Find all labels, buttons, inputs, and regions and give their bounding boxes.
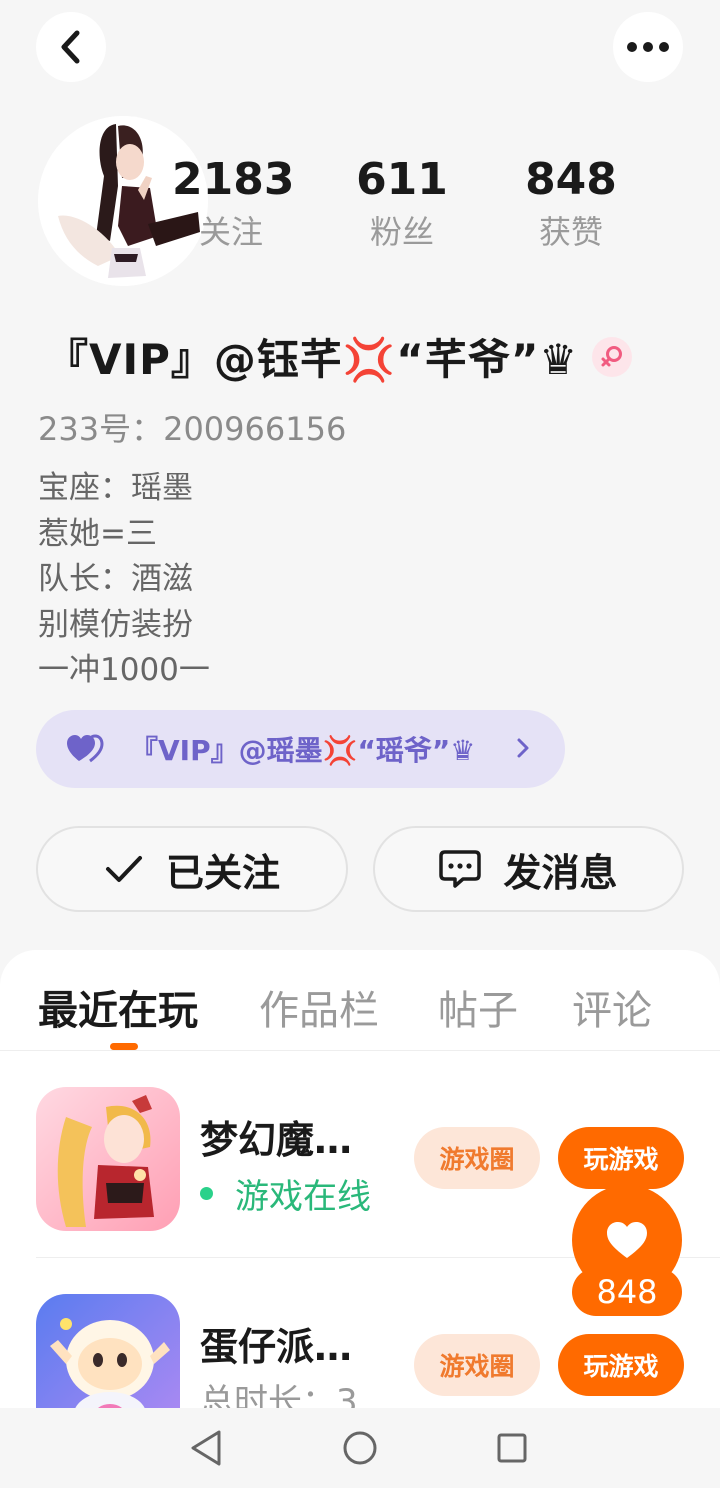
likes-count: 848 — [525, 154, 617, 205]
play-game-button[interactable]: 玩游戏 — [558, 1334, 684, 1396]
send-message-label: 发消息 — [503, 850, 618, 895]
active-tab-indicator — [110, 1043, 138, 1050]
fans-stat[interactable]: 611 粉丝 — [352, 152, 452, 254]
following-label: 关注 — [198, 213, 263, 251]
game-icon — [36, 1087, 180, 1231]
bio-line: 队长：酒滋 — [38, 561, 193, 597]
game-circle-button[interactable]: 游戏圈 — [414, 1127, 540, 1189]
chevron-right-icon — [517, 738, 529, 758]
checkmark-icon — [105, 856, 142, 882]
content-card: 最近在玩 作品栏 帖子 评论 梦幻魔… 游戏在线 游戏圈 玩游戏 蛋仔派… 总时… — [0, 950, 720, 1408]
nav-home-button[interactable] — [340, 1428, 380, 1468]
fans-label: 粉丝 — [369, 213, 434, 251]
square-recents-icon — [497, 1433, 527, 1463]
tab-comments[interactable]: 评论 — [572, 978, 652, 1036]
game-icon — [36, 1294, 180, 1408]
game-circle-button[interactable]: 游戏圈 — [414, 1334, 540, 1396]
likes-label: 获赞 — [538, 213, 603, 251]
fans-count: 611 — [356, 154, 448, 205]
tab-recently-played[interactable]: 最近在玩 — [38, 978, 198, 1036]
triangle-back-icon — [191, 1430, 221, 1466]
tab-works[interactable]: 作品栏 — [259, 978, 379, 1036]
back-button[interactable] — [36, 12, 106, 82]
more-options-button[interactable] — [613, 12, 683, 82]
followed-button[interactable]: 已关注 — [36, 826, 348, 912]
message-bubble-icon — [439, 850, 482, 888]
send-message-button[interactable]: 发消息 — [373, 826, 684, 912]
back-arrow-icon — [61, 30, 80, 64]
like-count: 848 — [572, 1268, 682, 1316]
tab-bar: 最近在玩 作品栏 帖子 评论 — [0, 950, 720, 1051]
bio-line: 惹她=三 — [38, 515, 157, 552]
game-status: 游戏在线 — [200, 1169, 371, 1218]
bio-line: 一冲1000一 — [38, 652, 210, 688]
partner-link[interactable]: 『VIP』@瑶墨💢“瑶爷”♛ — [36, 710, 565, 788]
tab-posts[interactable]: 帖子 — [438, 978, 518, 1036]
nickname: 『VIP』@钰芊💢“芊爷”♛ — [46, 335, 579, 384]
nav-recents-button[interactable] — [492, 1428, 532, 1468]
more-dots-icon — [627, 42, 669, 52]
profile-page: 2183 关注 611 粉丝 848 获赞 『VIP』@钰芊💢“芊爷”♛ 233… — [0, 0, 720, 1488]
circle-home-icon — [343, 1431, 377, 1465]
game-title: 梦幻魔… — [200, 1118, 353, 1162]
play-game-button[interactable]: 玩游戏 — [558, 1127, 684, 1189]
system-nav-bar — [0, 1408, 720, 1488]
user-id: 233号：200966156 — [38, 410, 347, 448]
game-playtime: 总时长：3… — [200, 1382, 392, 1408]
online-dot-icon — [200, 1187, 213, 1200]
game-status-text: 游戏在线 — [235, 1177, 371, 1217]
nickname-row: 『VIP』@钰芊💢“芊爷”♛ — [46, 326, 633, 387]
following-count: 2183 — [172, 154, 295, 205]
bio-line: 别模仿装扮 — [38, 606, 193, 643]
partner-name: 『VIP』@瑶墨💢“瑶爷”♛ — [130, 734, 476, 767]
following-stat[interactable]: 2183 关注 — [172, 152, 295, 254]
heart-icon — [607, 1222, 647, 1258]
bio-line: 宝座：瑶墨 — [38, 470, 193, 506]
game-title: 蛋仔派… — [200, 1325, 353, 1369]
female-icon — [592, 336, 633, 377]
nav-back-button[interactable] — [186, 1428, 226, 1468]
likes-stat[interactable]: 848 获赞 — [518, 152, 624, 254]
bio: 宝座：瑶墨 惹她=三 队长：酒滋 别模仿装扮 一冲1000一 — [38, 466, 210, 694]
linked-hearts-icon — [67, 734, 104, 763]
followed-label: 已关注 — [165, 850, 280, 895]
